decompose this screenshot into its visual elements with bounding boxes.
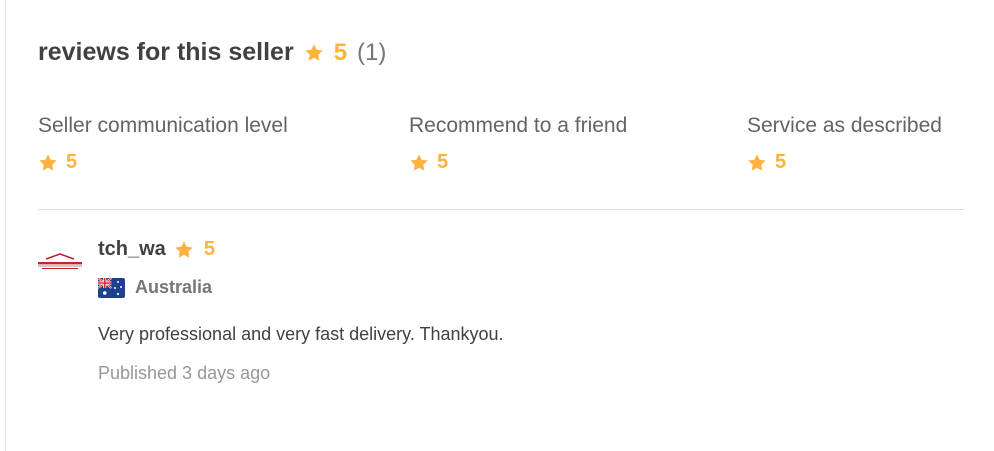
breakdown-label: Recommend to a friend bbox=[409, 114, 628, 137]
country-name: Australia bbox=[135, 277, 213, 297]
star-icon bbox=[409, 153, 429, 173]
breakdown-label: Service as described bbox=[747, 114, 942, 137]
reviews-header: reviews for this seller 5 (1) bbox=[38, 38, 386, 67]
review-header: tch_wa 5 bbox=[98, 238, 504, 261]
breakdown-rating: 5 bbox=[747, 151, 942, 174]
review-text: Very professional and very fast delivery… bbox=[98, 324, 504, 344]
review-count: (1) bbox=[357, 38, 387, 66]
star-icon bbox=[304, 43, 324, 63]
breakdown-recommend: Recommend to a friend 5 bbox=[409, 114, 627, 174]
breakdown-rating: 5 bbox=[38, 151, 288, 174]
star-icon bbox=[174, 240, 194, 260]
company-logo-icon[interactable] bbox=[36, 250, 84, 274]
australia-flag-icon bbox=[98, 277, 125, 298]
star-icon bbox=[747, 153, 767, 173]
reviews-title: reviews for this seller bbox=[38, 38, 294, 66]
reviewer-username[interactable]: tch_wa bbox=[98, 238, 166, 261]
left-border bbox=[5, 0, 6, 451]
reviewer-country: Australia bbox=[98, 277, 504, 298]
breakdown-rating-value: 5 bbox=[66, 151, 78, 173]
review-rating: 5 bbox=[203, 238, 215, 260]
published-date: Published 3 days ago bbox=[98, 363, 271, 383]
overall-rating: 5 bbox=[333, 38, 348, 66]
breakdown-service: Service as described 5 bbox=[747, 114, 942, 174]
star-icon bbox=[38, 153, 58, 173]
breakdown-rating-value: 5 bbox=[437, 151, 449, 173]
review-item: tch_wa 5 Australia Very professional and… bbox=[98, 238, 504, 384]
rating-breakdown: Seller communication level 5 Recommend t… bbox=[0, 114, 994, 178]
breakdown-communication: Seller communication level 5 bbox=[38, 114, 288, 174]
breakdown-rating: 5 bbox=[409, 151, 627, 174]
breakdown-label: Seller communication level bbox=[38, 114, 288, 137]
breakdown-rating-value: 5 bbox=[775, 151, 787, 173]
divider bbox=[38, 209, 964, 210]
